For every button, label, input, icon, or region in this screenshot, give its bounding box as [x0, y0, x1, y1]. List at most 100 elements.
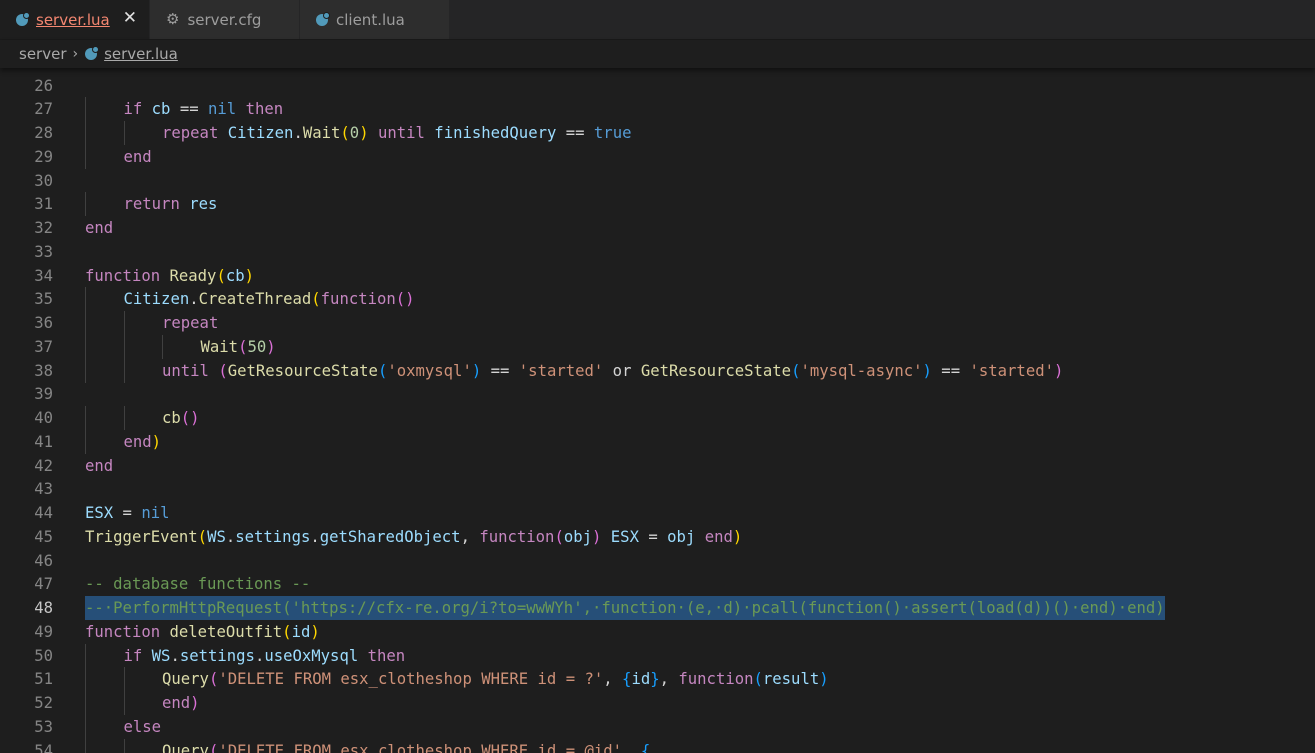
code-line[interactable]: 31 return res [0, 192, 1315, 217]
code-line[interactable]: 39 [0, 382, 1315, 406]
code-line[interactable]: 38 until (GetResourceState('oxmysql') == … [0, 358, 1315, 383]
code-line[interactable]: 53 else [0, 714, 1315, 739]
breadcrumb-file[interactable]: server.lua [104, 45, 178, 63]
code-line[interactable]: 50 if WS.settings.useOxMysql then [0, 643, 1315, 668]
line-number: 43 [34, 480, 53, 499]
code-line[interactable]: 49 function deleteOutfit(id) [0, 620, 1315, 644]
code-line[interactable]: 51 Query('DELETE FROM esx_clotheshop WHER… [0, 667, 1315, 692]
code-token: ESX [85, 504, 114, 522]
code-token: cb [162, 409, 181, 427]
code-token: end [704, 527, 733, 546]
code-text: function Ready(cb) [85, 264, 254, 288]
code-token: ( [340, 124, 350, 142]
code-token: == [179, 100, 199, 119]
code-token: else [123, 717, 162, 736]
code-text: Query('DELETE FROM esx_clotheshop WHERE … [162, 739, 650, 753]
line-number: 39 [34, 385, 53, 404]
code-token: , [622, 741, 641, 753]
tab-client-lua[interactable]: client.lua [300, 0, 450, 39]
code-line[interactable]: 47 -- database functions -- [0, 572, 1315, 596]
code-line[interactable]: 33 [0, 240, 1315, 264]
code-line[interactable]: 52 end) [0, 691, 1315, 715]
code-token: or [603, 361, 641, 380]
code-line[interactable]: 40 cb() [0, 406, 1315, 430]
indent-guide [85, 643, 86, 668]
code-token: ( [311, 290, 321, 309]
code-token: } [650, 670, 660, 689]
code-token: id [631, 670, 651, 689]
indent-guide [85, 406, 86, 430]
line-number: 53 [34, 717, 53, 736]
code-line[interactable]: 43 [0, 477, 1315, 501]
code-token: 'DELETE FROM esx_clotheshop WHERE id = ?… [218, 670, 604, 689]
lua-file-icon [316, 11, 330, 26]
line-number: 41 [34, 432, 53, 451]
code-token: , [603, 670, 623, 689]
line-number: 46 [34, 551, 53, 570]
code-token: { [640, 741, 651, 753]
code-token: deleteOutfit [160, 622, 283, 641]
indent-guide [85, 738, 86, 753]
code-line[interactable]: 35 Citizen.CreateThread(function() [0, 287, 1315, 312]
code-token: return [123, 195, 180, 214]
code-line[interactable]: 54 Query('DELETE FROM esx_clotheshop WHER… [0, 738, 1315, 753]
code-token: == [565, 124, 585, 142]
code-token: ( [197, 527, 208, 546]
code-line[interactable]: 26 [0, 74, 1315, 98]
lua-file-icon [85, 46, 100, 60]
code-token: end [85, 219, 114, 237]
code-line[interactable]: 27 if cb == nil then [0, 97, 1315, 122]
code-line[interactable]: 30 [0, 169, 1315, 193]
code-token: 'mysql-async' [800, 361, 923, 380]
code-text: until (GetResourceState('oxmysql') == 's… [162, 359, 1063, 383]
chevron-right-icon: › [72, 46, 79, 62]
code-token: if [123, 100, 143, 119]
code-text: --·PerformHttpRequest('https://cfx-re.or… [85, 596, 1165, 620]
code-token: . [254, 646, 265, 665]
breadcrumb-folder[interactable]: server [19, 45, 66, 63]
code-token: function [678, 670, 754, 689]
code-line[interactable]: 36 repeat [0, 311, 1315, 335]
code-token: () [180, 409, 200, 427]
code-text: end) [124, 430, 162, 454]
gear-icon: ⚙ [166, 10, 180, 28]
close-icon[interactable]: ✕ [123, 8, 137, 28]
code-editor[interactable]: 26 27 if cb == nil then 28 repeat Citizen.Wa… [0, 73, 1315, 753]
code-line[interactable]: 32 end [0, 216, 1315, 240]
code-line[interactable]: 44 ESX = nil [0, 501, 1315, 525]
code-text: cb() [162, 406, 200, 430]
code-token: ( [377, 361, 388, 380]
line-number: 42 [34, 456, 53, 475]
line-number: 31 [34, 195, 53, 214]
code-token: ) [732, 527, 743, 546]
code-token: = [113, 504, 142, 522]
code-token: ( [282, 622, 292, 641]
tab-server-cfg[interactable]: ⚙ server.cfg [150, 0, 300, 39]
code-text: end [85, 454, 113, 478]
code-line[interactable]: 42 end [0, 454, 1315, 478]
code-line[interactable]: 41 end) [0, 429, 1315, 454]
code-line[interactable]: 34 function Ready(cb) [0, 264, 1315, 288]
code-line[interactable]: 28 repeat Citizen.Wait(0) until finishedQ… [0, 121, 1315, 145]
code-token: ( [208, 741, 219, 753]
code-text: else [124, 715, 162, 739]
code-text: if WS.settings.useOxMysql then [124, 644, 406, 668]
tab-server-lua[interactable]: server.lua ✕ [0, 0, 150, 39]
code-token: Ready [160, 266, 217, 285]
code-line[interactable]: 45 TriggerEvent(WS.settings.getSharedObje… [0, 525, 1315, 549]
code-line[interactable]: 37 Wait(50) [0, 334, 1315, 359]
code-token: if [123, 646, 143, 665]
code-line[interactable]: 48 --·PerformHttpRequest('https://cfx-re.… [0, 596, 1315, 620]
code-text: function deleteOutfit(id) [85, 620, 320, 644]
code-token: function [85, 266, 161, 285]
code-token: ) [922, 361, 932, 380]
line-number: 52 [34, 694, 53, 712]
code-token: obj [657, 527, 705, 546]
line-number: 27 [34, 100, 53, 119]
code-line[interactable]: 46 [0, 549, 1315, 573]
code-token: ) [266, 337, 276, 356]
code-token: . [225, 527, 236, 546]
code-token: res [179, 195, 218, 214]
code-line[interactable]: 29 end [0, 144, 1315, 169]
code-token: --·PerformHttpRequest('https://cfx-re.or… [85, 599, 1165, 617]
